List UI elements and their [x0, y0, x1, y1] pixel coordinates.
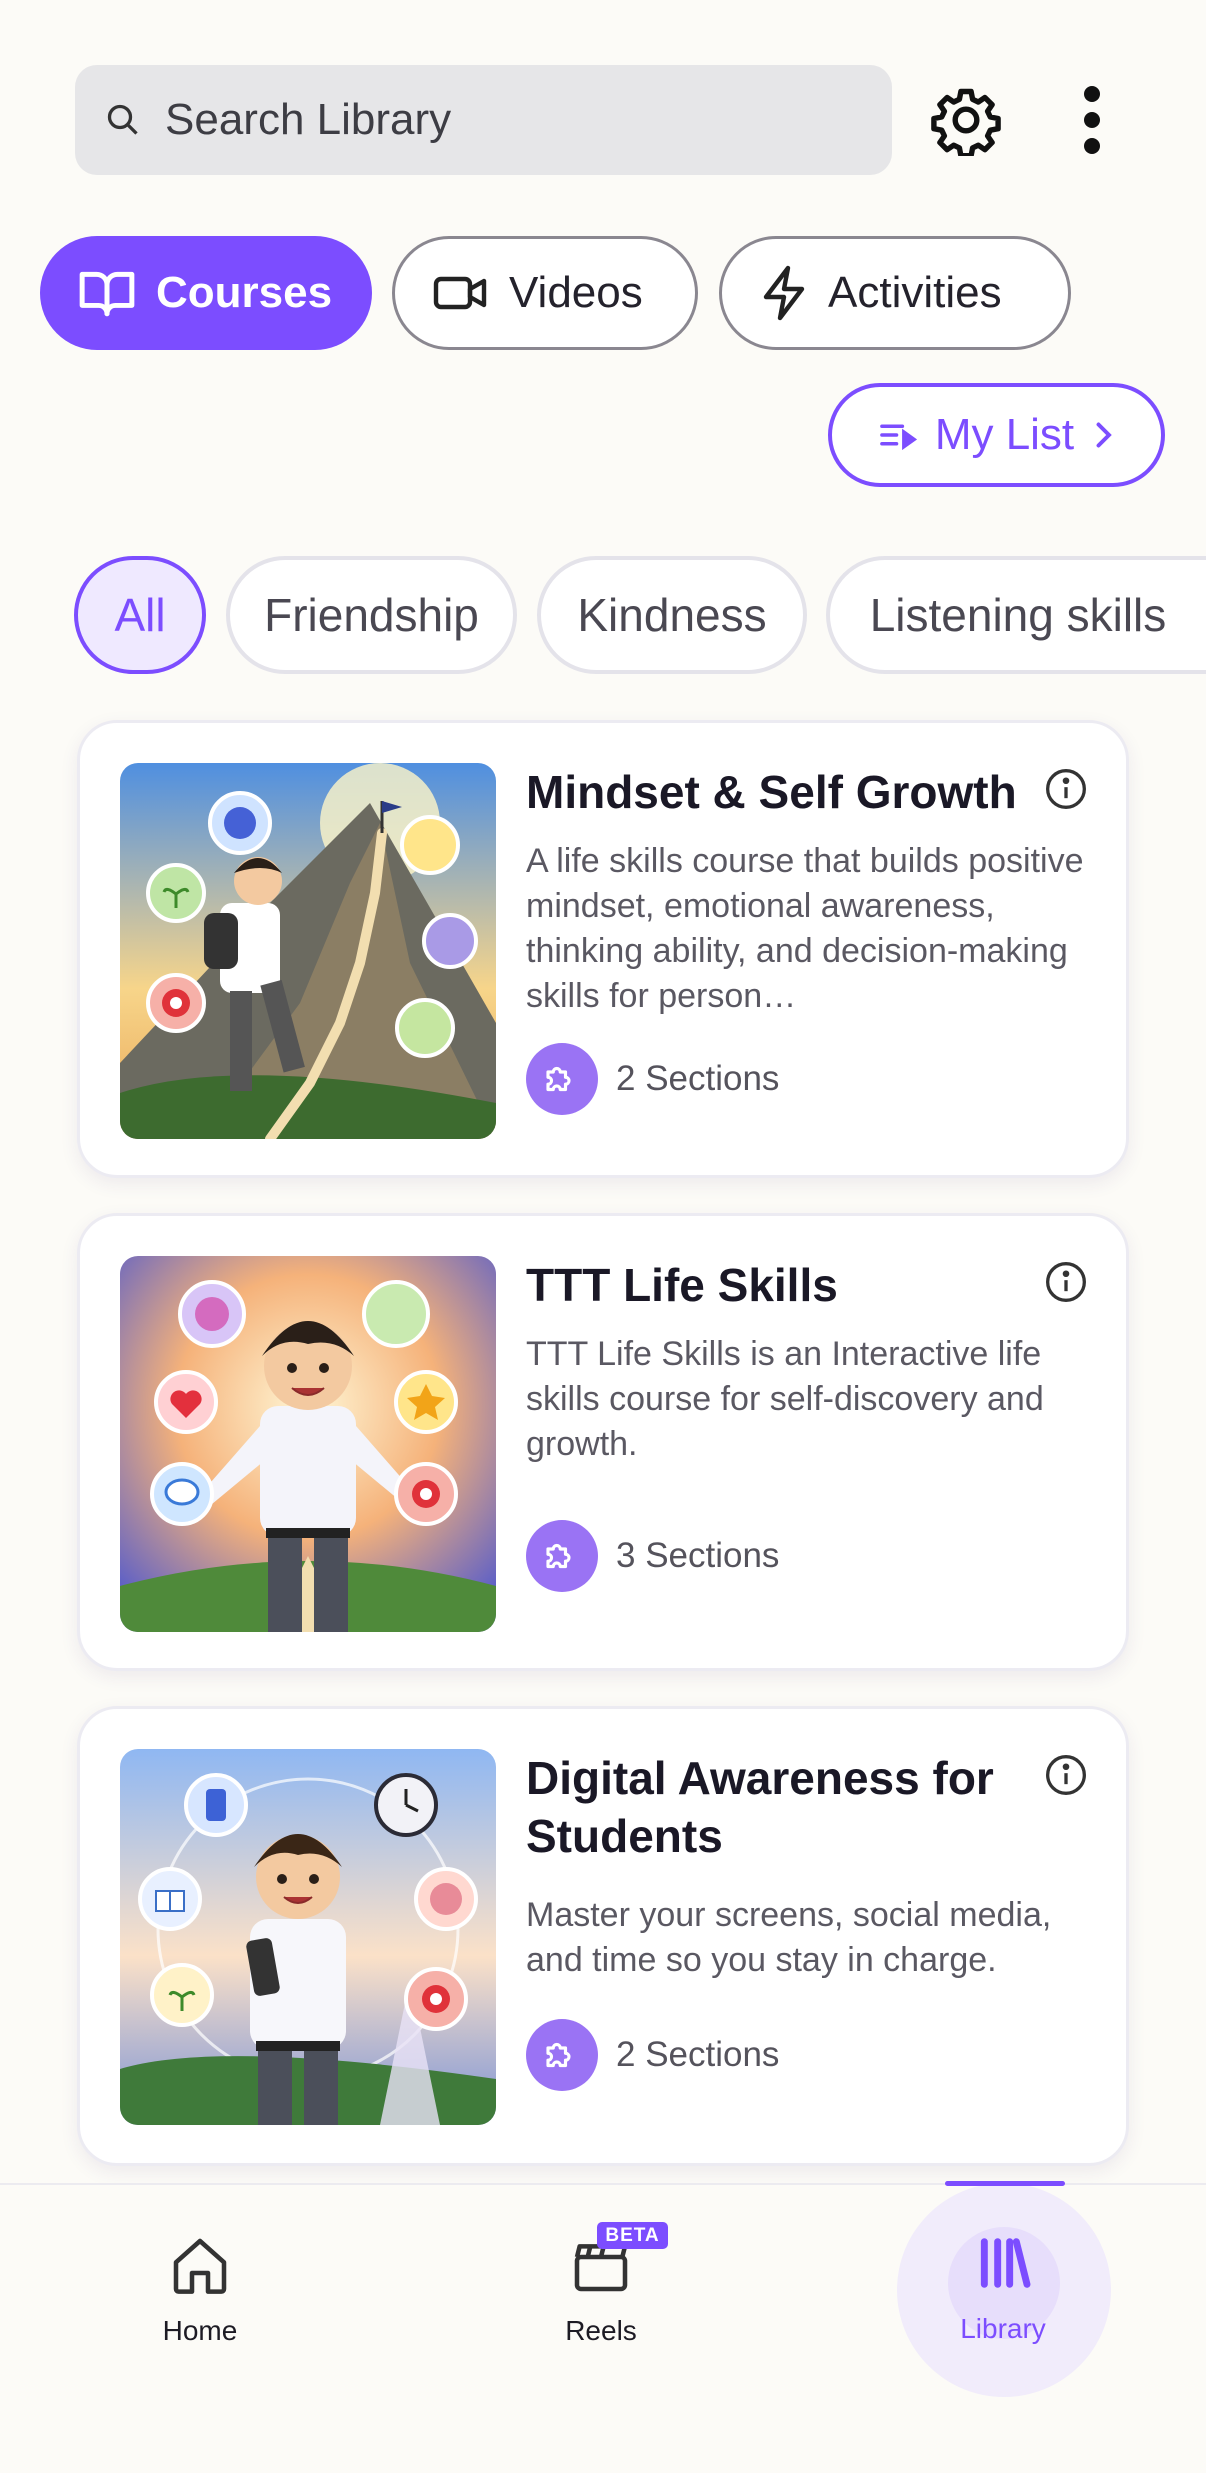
course-thumbnail	[120, 1256, 496, 1632]
info-icon[interactable]	[1044, 767, 1088, 811]
course-thumbnail	[120, 1749, 496, 2125]
chip-kindness[interactable]: Kindness	[537, 556, 807, 674]
puzzle-icon	[526, 2019, 598, 2091]
tab-label: Courses	[156, 268, 333, 317]
sections-label: 2 Sections	[616, 2035, 780, 2074]
course-title: Digital Awareness for Students	[526, 1752, 994, 1862]
course-card[interactable]: Digital Awareness for Students Master yo…	[77, 1706, 1129, 2166]
course-title: TTT Life Skills	[526, 1259, 838, 1311]
nav-home[interactable]: Home	[100, 2233, 300, 2347]
tab-activities[interactable]: Activities	[719, 236, 1071, 350]
course-sections: 2 Sections	[526, 2019, 779, 2091]
chip-label: Friendship	[264, 589, 479, 641]
chip-label: All	[114, 589, 166, 641]
course-card[interactable]: Mindset & Self Growth A life skills cour…	[77, 720, 1129, 1178]
video-camera-icon	[433, 276, 487, 310]
chevron-right-icon	[1096, 422, 1112, 448]
tab-label: Videos	[509, 268, 643, 317]
nav-label: Home	[162, 2315, 238, 2346]
course-description: A life skills course that builds positiv…	[526, 842, 1084, 1015]
tab-courses[interactable]: Courses	[40, 236, 372, 350]
nav-reels[interactable]: Reels	[501, 2233, 701, 2347]
nav-label: Library	[960, 2313, 1046, 2344]
course-sections: 2 Sections	[526, 1043, 779, 1115]
tab-label: Activities	[828, 268, 1002, 317]
info-icon[interactable]	[1044, 1753, 1088, 1797]
chip-label: Listening skills	[869, 589, 1167, 641]
more-vertical-icon	[1084, 86, 1100, 154]
course-sections: 3 Sections	[526, 1520, 779, 1592]
chip-all[interactable]: All	[74, 556, 206, 674]
lightning-icon	[763, 265, 805, 321]
puzzle-icon	[526, 1520, 598, 1592]
puzzle-icon	[526, 1043, 598, 1115]
library-active-indicator	[945, 2181, 1065, 2186]
search-icon	[107, 104, 138, 135]
info-icon[interactable]	[1044, 1260, 1088, 1304]
course-description: Master your screens, social media, and t…	[526, 1896, 1052, 1979]
library-icon	[980, 2238, 1031, 2288]
home-icon	[173, 2238, 227, 2294]
nav-label: Reels	[565, 2315, 637, 2346]
beta-badge: BETA	[597, 2222, 668, 2249]
more-options-button[interactable]	[1052, 80, 1132, 160]
playlist-icon	[879, 424, 917, 450]
my-list-button[interactable]: My List	[828, 383, 1165, 487]
settings-button[interactable]	[926, 80, 1006, 160]
tab-videos[interactable]: Videos	[392, 236, 698, 350]
chip-friendship[interactable]: Friendship	[226, 556, 517, 674]
search-input[interactable]	[163, 94, 867, 146]
course-thumbnail	[120, 763, 496, 1139]
chip-listening-skills[interactable]: Listening skills	[826, 556, 1206, 674]
my-list-label: My List	[934, 410, 1075, 459]
book-icon	[79, 271, 135, 317]
course-card[interactable]: TTT Life Skills TTT Life Skills is an In…	[77, 1213, 1129, 1671]
course-description: TTT Life Skills is an Interactive life s…	[526, 1335, 1044, 1463]
nav-library[interactable]: Library	[903, 2231, 1103, 2345]
gear-icon	[931, 88, 1001, 156]
sections-label: 2 Sections	[616, 1059, 780, 1098]
sections-label: 3 Sections	[616, 1536, 780, 1575]
search-bar[interactable]	[75, 65, 892, 175]
course-title: Mindset & Self Growth	[526, 766, 1017, 818]
chip-label: Kindness	[577, 589, 767, 641]
